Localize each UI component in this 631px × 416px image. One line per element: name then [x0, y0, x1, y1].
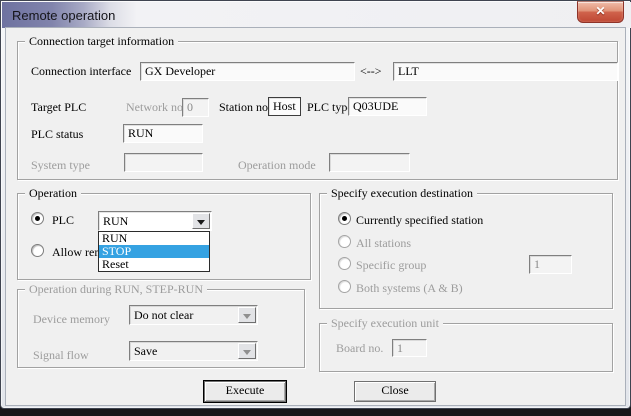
currently-specified-station-radio[interactable]: [338, 212, 351, 225]
connection-interface-label: Connection interface: [31, 64, 131, 79]
close-button[interactable]: ✕: [577, 1, 624, 23]
station-no-field: Host: [268, 97, 301, 116]
connection-interface-field: GX Developer: [140, 62, 355, 81]
signal-flow-dropdown-button: [238, 343, 256, 359]
plc-operation-combobox[interactable]: RUN: [98, 211, 212, 231]
dialog-client-area: Connection target information Connection…: [5, 27, 626, 406]
execute-button[interactable]: Execute: [204, 381, 286, 402]
execution-unit-group-title: Specify execution unit: [327, 316, 443, 331]
operation-mode-field: [329, 153, 410, 172]
operation-group-title: Operation: [25, 186, 81, 201]
target-plc-label: Target PLC: [31, 100, 86, 115]
title-bar: Remote operation: [2, 2, 631, 28]
board-no-field: 1: [392, 339, 427, 357]
specific-group-field: 1: [529, 255, 572, 274]
plc-status-field: RUN: [123, 124, 203, 143]
close-dialog-button[interactable]: Close: [354, 381, 436, 402]
execution-destination-group-title: Specify execution destination: [327, 186, 477, 201]
close-icon: ✕: [578, 2, 623, 20]
signal-flow-label: Signal flow: [33, 348, 89, 363]
interface-arrow: <-->: [360, 64, 382, 79]
all-stations-radio: [338, 235, 351, 248]
combobox-dropdown-button[interactable]: [192, 213, 210, 229]
all-stations-label: All stations: [356, 236, 411, 251]
system-type-label: System type: [31, 158, 90, 173]
plc-radio-label[interactable]: PLC: [52, 213, 74, 228]
operation-dropdown-list: RUN STOP Reset: [98, 231, 210, 272]
both-systems-radio: [338, 280, 351, 293]
window-title: Remote operation: [12, 8, 115, 23]
plc-type-label: PLC type: [307, 100, 353, 115]
chevron-down-icon: [243, 350, 251, 355]
radio-dot: [35, 216, 40, 221]
radio-dot: [342, 216, 347, 221]
network-no-field: 0: [182, 98, 209, 117]
connection-target-group-title: Connection target information: [25, 34, 178, 49]
network-no-label: Network no.: [126, 100, 186, 115]
plc-type-field: Q03UDE: [348, 97, 427, 116]
operation-mode-label: Operation mode: [238, 158, 316, 173]
station-no-label: Station no.: [219, 100, 271, 115]
device-memory-combobox: Do not clear: [129, 305, 258, 325]
plc-radio[interactable]: [31, 212, 44, 225]
connection-target-field: LLT: [393, 62, 618, 81]
device-memory-dropdown-button: [238, 307, 256, 323]
plc-status-label: PLC status: [31, 127, 83, 142]
signal-flow-combobox: Save: [129, 341, 258, 361]
both-systems-label: Both systems (A & B): [356, 281, 463, 296]
board-no-label: Board no.: [336, 341, 383, 356]
device-memory-label: Device memory: [33, 312, 110, 327]
system-type-field: [124, 153, 203, 172]
device-memory-value: Do not clear: [134, 307, 193, 323]
specific-group-label: Specific group: [356, 258, 426, 273]
chevron-down-icon: [197, 220, 205, 225]
specific-group-radio: [338, 257, 351, 270]
allow-remote-radio[interactable]: [31, 244, 44, 257]
run-step-run-group-title: Operation during RUN, STEP-RUN: [25, 282, 207, 297]
currently-specified-station-label[interactable]: Currently specified station: [356, 213, 483, 228]
signal-flow-value: Save: [134, 343, 157, 359]
chevron-down-icon: [243, 314, 251, 319]
dropdown-item-reset[interactable]: Reset: [99, 258, 209, 271]
combobox-value: RUN: [103, 213, 128, 229]
allow-remote-radio-label[interactable]: Allow rem: [52, 245, 104, 260]
remote-operation-dialog: Remote operation ✕ Connection target inf…: [0, 0, 631, 416]
